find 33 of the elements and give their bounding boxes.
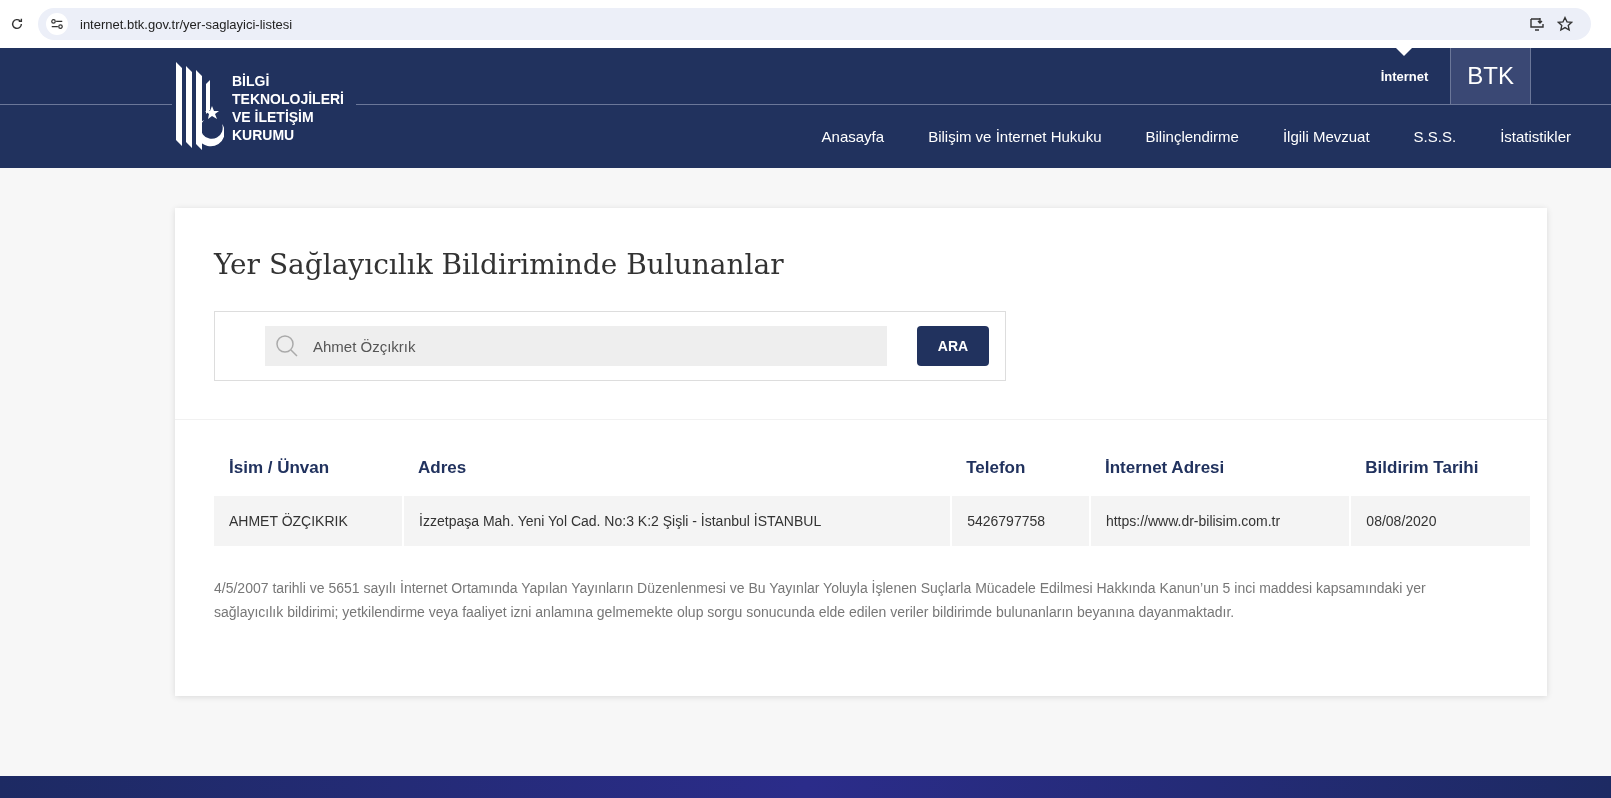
page-title: Yer Sağlayıcılık Bildiriminde Bulunanlar: [214, 248, 785, 281]
column-header: Telefon: [951, 440, 1090, 496]
logo-text: TEKNOLOJİLERİ: [232, 90, 344, 108]
table-cell: İzzetpaşa Mah. Yeni Yol Cad. No:3 K:2 Şişli - İstanbul İSTANBUL: [403, 496, 952, 546]
nav-link[interactable]: Bilinçlendirme: [1145, 127, 1239, 145]
table-cell: 5426797758: [951, 496, 1090, 546]
url-text: internet.btk.gov.tr/yer-saglayici-listesi: [80, 16, 293, 32]
logo-text: KURUMU: [232, 126, 296, 144]
search-field[interactable]: Ahmet Özçıkrık: [265, 326, 887, 366]
nav-link[interactable]: İstatistikler: [1500, 127, 1571, 145]
column-header: İnternet Adresi: [1089, 440, 1351, 496]
nav-link[interactable]: Anasayfa: [821, 127, 885, 145]
star-icon[interactable]: [1557, 16, 1573, 32]
search-icon: [275, 334, 299, 358]
nav-link[interactable]: Bilişim ve İnternet Hukuku: [928, 127, 1102, 145]
btk-button[interactable]: BTK: [1450, 48, 1531, 104]
logo-text: VE İLETİŞİM: [232, 108, 315, 126]
address-bar[interactable]: internet.btk.gov.tr/yer-saglayici-listesi: [38, 8, 1591, 40]
column-header: İsim / Ünvan: [214, 440, 404, 496]
column-header: Bildirim Tarihi: [1350, 440, 1531, 496]
install-app-icon[interactable]: [1529, 16, 1545, 32]
legal-note: 4/5/2007 tarihli ve 5651 sayılı İnternet Ortamında Yapılan Yayınların Düzenlenmesi ve Bu Yayınlar Yoluyla İşlenen Suçlarla Mücadele Edilmesi Hakkında Kanun’un 5 inci maddesi kapsamındaki yer sağlayıcılık bildirimi; yetkilendirme veya faaliyet izni anlamına gelmemekte olup sorgu sonucunda elde edilen veriler bildirimde bulunanların beyanına dayanmaktadır.: [214, 579, 1427, 622]
site-settings-icon[interactable]: [46, 13, 68, 35]
column-header: Adres: [403, 440, 952, 496]
reload-icon[interactable]: [10, 17, 24, 31]
nav-link[interactable]: İlgili Mevzuat: [1282, 127, 1370, 145]
logo-text: BİLGİ: [232, 72, 271, 90]
table-cell: AHMET ÖZÇIKRIK: [214, 496, 404, 546]
search-button[interactable]: ARA: [917, 326, 989, 366]
site-switch-link[interactable]: İnternet: [1358, 48, 1451, 104]
table-cell: 08/08/2020: [1350, 496, 1531, 546]
nav-link[interactable]: S.S.S.: [1413, 127, 1457, 145]
table-cell: https://www.dr-bilisim.com.tr: [1089, 496, 1351, 546]
